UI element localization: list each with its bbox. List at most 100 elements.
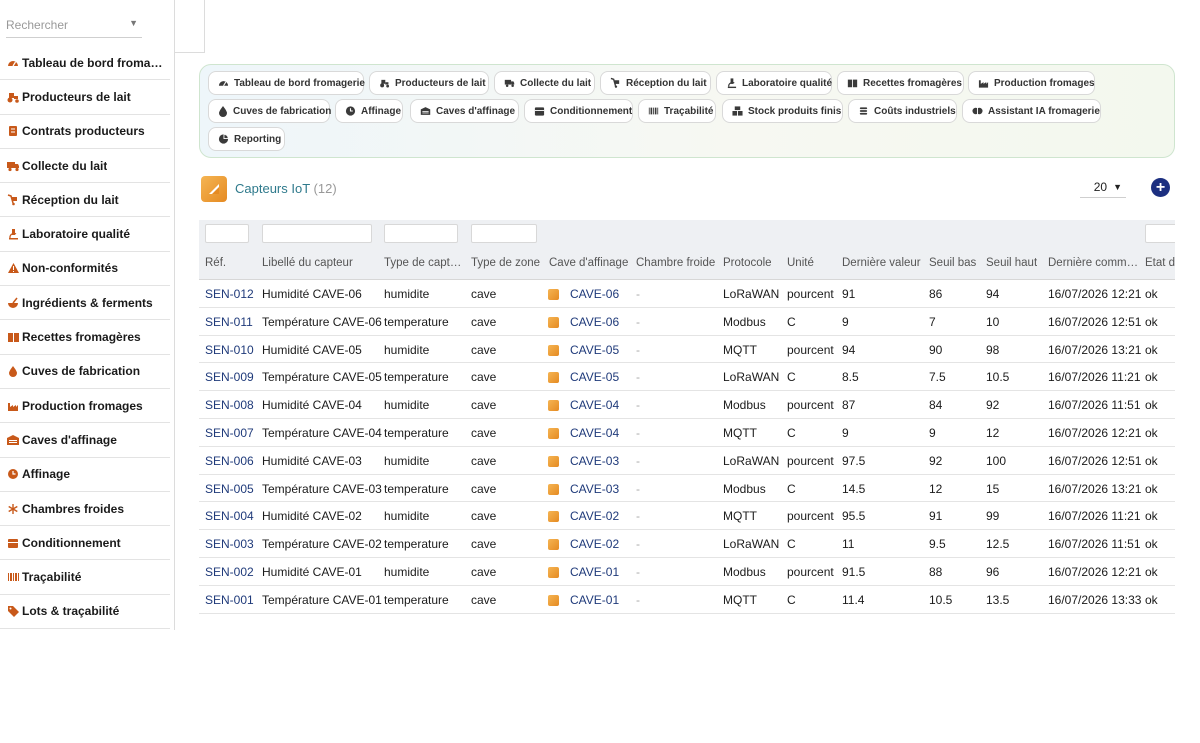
tab-laboratoire-qualite[interactable]: Laboratoire qualité: [716, 71, 832, 95]
tab-collecte-du-lait[interactable]: Collecte du lait: [494, 71, 595, 95]
sidebar-item-non-conformites[interactable]: Non-conformités: [0, 252, 170, 287]
column-header-type-de-capteur[interactable]: Type de capteur: [384, 257, 466, 269]
ref-cell[interactable]: SEN-006: [205, 454, 254, 468]
table-row[interactable]: SEN-007 Température CAVE-04 temperature cav…: [199, 419, 1175, 447]
column-header-derniere-communication[interactable]: Dernière communication: [1048, 257, 1140, 269]
column-filter-input[interactable]: [262, 224, 372, 243]
search-box[interactable]: ▼: [6, 14, 142, 38]
cave-link[interactable]: CAVE-01: [548, 593, 619, 607]
tab-tracabilite[interactable]: Traçabilité: [638, 99, 716, 123]
chevron-down-icon[interactable]: ▼: [129, 18, 138, 28]
column-header-etat-du-capteur[interactable]: État du capteur: [1145, 257, 1175, 269]
status-cell: ok: [1145, 564, 1158, 579]
table-row[interactable]: SEN-002 Humidité CAVE-01 humidite cave CAVE-…: [199, 558, 1175, 586]
column-filter-input[interactable]: [205, 224, 249, 243]
table-row[interactable]: SEN-012 Humidité CAVE-06 humidite cave CAVE-…: [199, 280, 1175, 308]
cave-link[interactable]: CAVE-05: [548, 343, 619, 357]
table-row[interactable]: SEN-006 Humidité CAVE-03 humidite cave CAVE-…: [199, 447, 1175, 475]
column-header-unite[interactable]: Unité: [787, 257, 814, 269]
column-header-derniere-valeur[interactable]: Dernière valeur: [842, 257, 921, 269]
tab-reception-du-lait[interactable]: Réception du lait: [600, 71, 711, 95]
table-row[interactable]: SEN-011 Température CAVE-06 temperature cav…: [199, 308, 1175, 336]
ref-cell[interactable]: SEN-004: [205, 509, 254, 523]
sidebar-item-ingredients-ferments[interactable]: Ingrédients & ferments: [0, 286, 170, 321]
table-row[interactable]: SEN-009 Température CAVE-05 temperature cav…: [199, 363, 1175, 392]
ref-cell[interactable]: SEN-002: [205, 565, 254, 579]
ref-cell[interactable]: SEN-010: [205, 343, 254, 357]
column-header-ref[interactable]: Réf.: [205, 257, 226, 269]
sidebar-item-chambres-froides[interactable]: Chambres froides: [0, 492, 170, 527]
table-row[interactable]: SEN-003 Température CAVE-02 temperature cav…: [199, 530, 1175, 558]
ref-cell[interactable]: SEN-007: [205, 426, 254, 440]
ref-cell[interactable]: SEN-005: [205, 482, 254, 496]
table-row[interactable]: SEN-008 Humidité CAVE-04 humidite cave CAVE-…: [199, 391, 1175, 419]
table-row[interactable]: SEN-001 Température CAVE-01 temperature cav…: [199, 586, 1175, 614]
tab-conditionnement[interactable]: Conditionnement: [524, 99, 633, 123]
sidebar-item-conditionnement[interactable]: Conditionnement: [0, 526, 170, 561]
table-row[interactable]: SEN-010 Humidité CAVE-05 humidite cave CAVE-…: [199, 336, 1175, 364]
cold-room-cell: -: [636, 398, 640, 413]
tab-producteurs-de-lait[interactable]: Producteurs de lait: [369, 71, 489, 95]
tab-assistant-ia-fromagerie[interactable]: Assistant IA fromagerie: [962, 99, 1101, 123]
industry-icon: [978, 78, 989, 89]
column-filter-input[interactable]: [1145, 224, 1175, 243]
table-row[interactable]: SEN-004 Humidité CAVE-02 humidite cave CAVE-…: [199, 502, 1175, 531]
sidebar-item-contrats-producteurs[interactable]: Contrats producteurs: [0, 115, 170, 149]
sidebar-item-recettes-fromageres[interactable]: Recettes fromagères: [0, 320, 170, 355]
sensor-type-cell: temperature: [384, 592, 449, 607]
ref-cell[interactable]: SEN-009: [205, 370, 254, 384]
ref-cell[interactable]: SEN-001: [205, 593, 254, 607]
cave-link[interactable]: CAVE-04: [548, 426, 619, 440]
search-input[interactable]: [6, 14, 126, 36]
table-row[interactable]: SEN-005 Température CAVE-03 temperature cav…: [199, 475, 1175, 503]
zone-type-cell: cave: [471, 425, 497, 440]
cave-link[interactable]: CAVE-06: [548, 315, 619, 329]
column-filter-input[interactable]: [384, 224, 458, 243]
cave-link[interactable]: CAVE-01: [548, 565, 619, 579]
cave-link[interactable]: CAVE-06: [548, 287, 619, 301]
sidebar-item-tableau-de-bord-fromagerie[interactable]: Tableau de bord fromagerie: [0, 46, 170, 81]
column-header-libelle-du-capteur[interactable]: Libellé du capteur: [262, 257, 353, 269]
sidebar-item-lots-tracabilite[interactable]: Lots & traçabilité: [0, 595, 170, 630]
sidebar-item-collecte-du-lait[interactable]: Collecte du lait: [0, 149, 170, 184]
ref-cell[interactable]: SEN-003: [205, 537, 254, 551]
unit-cell: C: [787, 425, 796, 440]
column-header-seuil-bas[interactable]: Seuil bas: [929, 257, 976, 269]
column-header-seuil-haut[interactable]: Seuil haut: [986, 257, 1037, 269]
cave-link[interactable]: CAVE-05: [548, 370, 619, 384]
sidebar-item-affinage[interactable]: Affinage: [0, 458, 170, 492]
cave-link[interactable]: CAVE-02: [548, 537, 619, 551]
ref-cell[interactable]: SEN-011: [205, 315, 253, 329]
page-size-select[interactable]: 20 ▼: [1080, 176, 1126, 198]
tab-caves-d-affinage[interactable]: Caves d'affinage: [410, 99, 519, 123]
tab-cuves-de-fabrication[interactable]: Cuves de fabrication: [208, 99, 331, 123]
ref-cell[interactable]: SEN-008: [205, 398, 254, 412]
sidebar-item-producteurs-de-lait[interactable]: Producteurs de lait: [0, 80, 170, 115]
sidebar-item-tracabilite[interactable]: Traçabilité: [0, 560, 170, 595]
cave-link[interactable]: CAVE-04: [548, 398, 619, 412]
column-filter-input[interactable]: [471, 224, 537, 243]
add-record-button[interactable]: +: [1151, 178, 1170, 197]
ref-cell[interactable]: SEN-012: [205, 287, 254, 301]
column-header-cave-d-affinage[interactable]: Cave d'affinage: [549, 257, 628, 269]
tab-tableau-de-bord-fromagerie[interactable]: Tableau de bord fromagerie: [208, 71, 365, 95]
sidebar-item-laboratoire-qualite[interactable]: Laboratoire qualité: [0, 217, 170, 252]
sidebar-item-cuves-de-fabrication[interactable]: Cuves de fabrication: [0, 355, 170, 389]
column-header-chambre-froide[interactable]: Chambre froide: [636, 257, 715, 269]
cave-link[interactable]: CAVE-03: [548, 482, 619, 496]
tab-stock-produits-finis[interactable]: Stock produits finis: [722, 99, 843, 123]
column-header-protocole[interactable]: Protocole: [723, 257, 772, 269]
tab-couts-industriels[interactable]: Coûts industriels: [848, 99, 957, 123]
cave-link[interactable]: CAVE-02: [548, 509, 619, 523]
record-count: (12): [313, 181, 337, 196]
cave-link[interactable]: CAVE-03: [548, 454, 619, 468]
tab-production-fromages[interactable]: Production fromages: [968, 71, 1095, 95]
tab-reporting[interactable]: Reporting: [208, 127, 285, 151]
sidebar-item-reception-du-lait[interactable]: Réception du lait: [0, 183, 170, 218]
tab-recettes-fromageres[interactable]: Recettes fromagères: [837, 71, 964, 95]
tab-affinage[interactable]: Affinage: [335, 99, 403, 123]
column-header-type-de-zone[interactable]: Type de zone: [471, 257, 540, 269]
sidebar-item-production-fromages[interactable]: Production fromages: [0, 389, 170, 424]
cave-label: CAVE-05: [570, 370, 620, 385]
sidebar-item-caves-d-affinage[interactable]: Caves d'affinage: [0, 423, 170, 458]
